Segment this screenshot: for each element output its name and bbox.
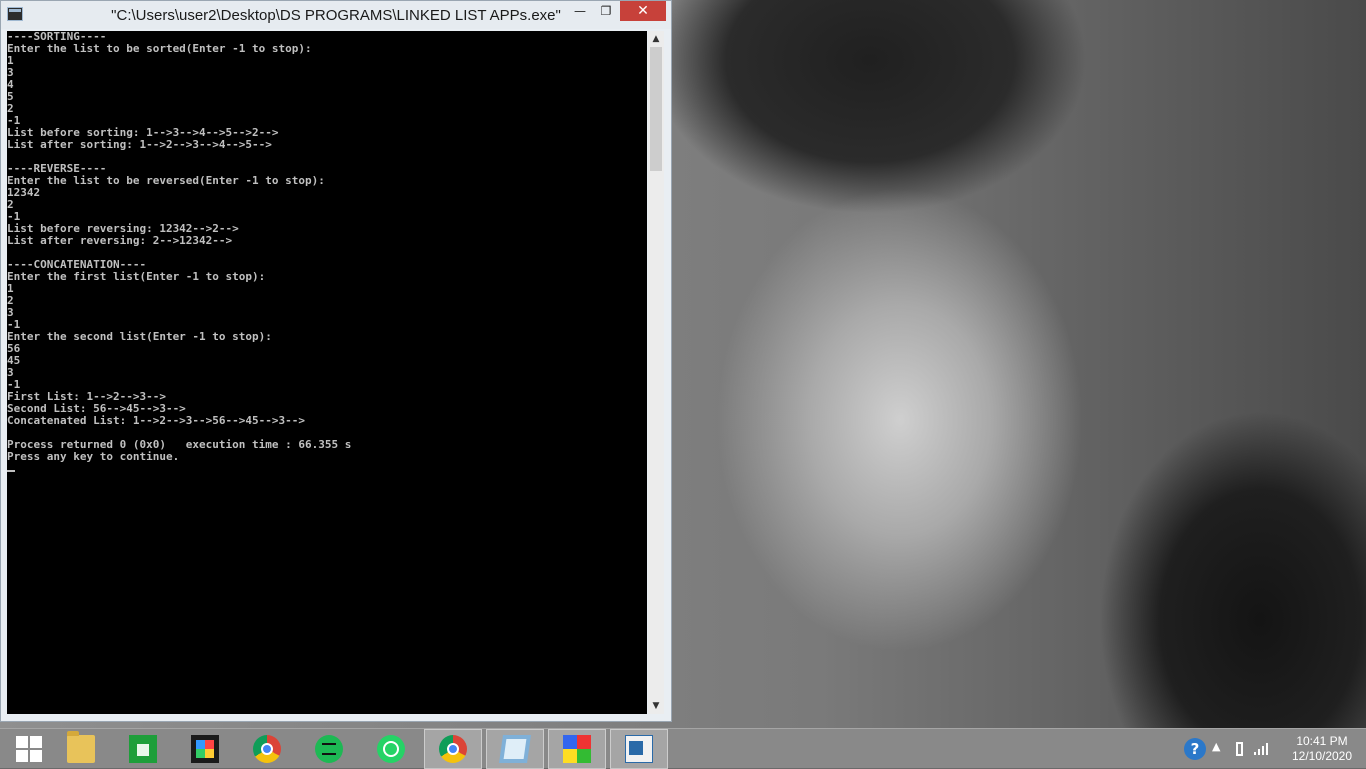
taskbar: ? ▲ 10:41 PM 12/10/2020 xyxy=(0,728,1366,769)
clock-date: 12/10/2020 xyxy=(1291,749,1353,763)
network-signal-icon[interactable] xyxy=(1254,741,1270,755)
taskbar-colors-app[interactable] xyxy=(548,729,606,769)
console-output-area[interactable]: ----SORTING---- Enter the list to be sor… xyxy=(7,31,647,714)
chrome-profile-icon xyxy=(439,735,467,763)
spotify-icon xyxy=(315,735,343,763)
scroll-up-icon[interactable]: ▲ xyxy=(648,31,664,47)
close-button[interactable]: ✕ xyxy=(620,1,666,21)
taskbar-store[interactable] xyxy=(114,729,172,769)
clock[interactable]: 10:41 PM 12/10/2020 xyxy=(1280,734,1364,764)
battery-icon[interactable] xyxy=(1236,742,1243,756)
console-icon xyxy=(625,735,653,763)
help-icon[interactable]: ? xyxy=(1184,738,1206,760)
system-tray: ? ▲ 10:41 PM 12/10/2020 xyxy=(1176,729,1366,769)
taskbar-file-explorer[interactable] xyxy=(52,729,110,769)
windows-logo-icon xyxy=(16,736,42,762)
text-cursor xyxy=(7,470,15,472)
scroll-down-icon[interactable]: ▼ xyxy=(648,698,664,714)
taskbar-whatsapp[interactable] xyxy=(362,729,420,769)
taskbar-console-app[interactable] xyxy=(610,729,668,769)
show-hidden-icons-chevron-icon[interactable]: ▲ xyxy=(1212,740,1220,753)
notepad-icon xyxy=(499,735,531,763)
taskbar-photo-gallery[interactable] xyxy=(176,729,234,769)
chrome-icon xyxy=(253,735,281,763)
console-window[interactable]: "C:\Users\user2\Desktop\DS PROGRAMS\LINK… xyxy=(0,0,672,722)
taskbar-spotify[interactable] xyxy=(300,729,358,769)
console-text: ----SORTING---- Enter the list to be sor… xyxy=(7,31,352,463)
taskbar-notepad[interactable] xyxy=(486,729,544,769)
whatsapp-icon xyxy=(377,735,405,763)
start-button[interactable] xyxy=(0,729,58,769)
colors-icon xyxy=(563,735,591,763)
scroll-thumb[interactable] xyxy=(650,47,662,171)
clock-time: 10:41 PM xyxy=(1296,734,1348,748)
title-bar[interactable]: "C:\Users\user2\Desktop\DS PROGRAMS\LINK… xyxy=(1,1,671,29)
minimize-button[interactable]: — xyxy=(567,1,593,21)
taskbar-chrome-profile[interactable] xyxy=(424,729,482,769)
maximize-button[interactable]: ❐ xyxy=(593,1,619,21)
gallery-icon xyxy=(191,735,219,763)
folder-icon xyxy=(67,731,95,763)
store-icon xyxy=(129,735,157,763)
vertical-scrollbar[interactable]: ▲ ▼ xyxy=(648,31,664,714)
taskbar-chrome[interactable] xyxy=(238,729,296,769)
